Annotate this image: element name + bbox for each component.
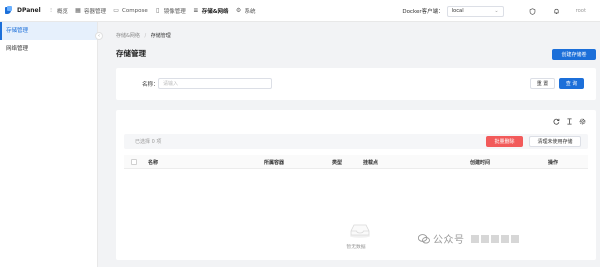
file-icon: ▯ [156,6,160,14]
nav-label: 存储&网络 [201,8,229,15]
docker-client-select[interactable]: local ⌄ [446,5,504,17]
nav-label: Compose [122,7,148,14]
chevron-down-icon: ⌄ [494,8,499,14]
settings-icon[interactable] [579,118,586,127]
wechat-watermark: 公众号 [418,231,521,246]
selection-bar: 已选择 0 项 批量删除 清理未使用存储 [124,134,588,149]
main-content: 存储&网络 / 存储管理 存储管理 创建存储卷 名称： 重 置 查 询 已选择 … [104,22,600,267]
select-all-checkbox[interactable] [131,159,137,165]
reset-button[interactable]: 重 置 [530,78,555,89]
selected-count: 已选择 0 项 [135,139,162,145]
column-header-created[interactable]: 创建时间 [470,159,490,166]
bell-icon[interactable] [552,6,562,16]
refresh-icon[interactable] [553,118,560,127]
storage-icon: ≡ [193,6,199,14]
sidebar-item-network[interactable]: 网络管理 [0,40,97,58]
user-name[interactable]: root [576,8,586,14]
nav-item-images[interactable]: ▯ 镜像管理 [155,0,193,22]
blurred-account-name [470,234,521,243]
docker-client-value: local [451,8,464,14]
nav-item-storage-network[interactable]: ≡ 存储&网络 [193,0,236,22]
nav-label: 系统 [244,8,256,15]
breadcrumb-parent[interactable]: 存储&网络 [116,33,140,39]
sidebar-item-storage[interactable]: 存储管理 [0,22,97,40]
create-volume-button[interactable]: 创建存储卷 [552,49,596,60]
brand-name: DPanel [17,7,41,14]
batch-delete-button[interactable]: 批量删除 [486,136,523,147]
query-button[interactable]: 查 询 [559,78,584,89]
shield-icon[interactable] [528,6,538,16]
empty-inbox-icon [350,224,370,238]
document-icon: ▭ [113,6,119,14]
nav-item-overview[interactable]: ⫶ 概览 [48,0,75,22]
column-header-actions: 操作 [548,160,559,166]
nav-label: 概览 [57,8,69,15]
top-navbar: DPanel ⫶ 概览 ▦ 容器管理 ▭ Compose ▯ 镜像管理 ≡ 存储… [0,0,600,22]
nav-item-compose[interactable]: ▭ Compose [113,0,155,22]
volume-table-panel: 已选择 0 项 批量删除 清理未使用存储 名称 所属容器 类型 挂载点 创建时间… [116,110,596,260]
column-header-type[interactable]: 类型 [332,159,342,166]
gear-icon: ⚙ [235,6,242,14]
breadcrumb: 存储&网络 / 存储管理 [116,32,171,39]
nav-label: 容器管理 [84,8,107,15]
sidebar: 存储管理 网络管理 [0,22,98,267]
empty-state-text: 暂无数据 [346,245,366,250]
navbar-right: Docker客户端： local ⌄ root [402,0,600,22]
wechat-icon [418,233,430,244]
grid-icon: ▦ [75,6,81,14]
clean-unused-button[interactable]: 清理未使用存储 [529,136,581,147]
chart-bar-icon: ⫶ [50,6,52,14]
search-panel: 名称： 重 置 查 询 [116,68,596,100]
nav-label: 镜像管理 [163,8,186,15]
breadcrumb-separator: / [144,33,147,39]
dpanel-logo-icon [5,6,14,15]
column-header-container[interactable]: 所属容器 [264,159,284,166]
docker-client-label: Docker客户端： [402,9,444,15]
nav-item-containers[interactable]: ▦ 容器管理 [75,0,113,22]
name-search-input[interactable] [158,78,272,89]
table-header: 名称 所属容器 类型 挂载点 创建时间 操作 [124,155,588,169]
breadcrumb-current: 存储管理 [150,33,171,39]
column-header-name[interactable]: 名称 [148,159,158,166]
page-title: 存储管理 [116,49,146,58]
brand[interactable]: DPanel [0,6,44,15]
column-height-icon[interactable] [566,118,573,127]
nav-item-system[interactable]: ⚙ 系统 [236,0,263,22]
name-label: 名称： [142,82,159,88]
main-nav: ⫶ 概览 ▦ 容器管理 ▭ Compose ▯ 镜像管理 ≡ 存储&网络 ⚙ 系… [48,0,263,22]
watermark-text: 公众号 [433,235,465,246]
collapse-sidebar-icon[interactable]: ‹ [95,32,103,40]
column-header-mountpoint[interactable]: 挂载点 [363,159,378,166]
